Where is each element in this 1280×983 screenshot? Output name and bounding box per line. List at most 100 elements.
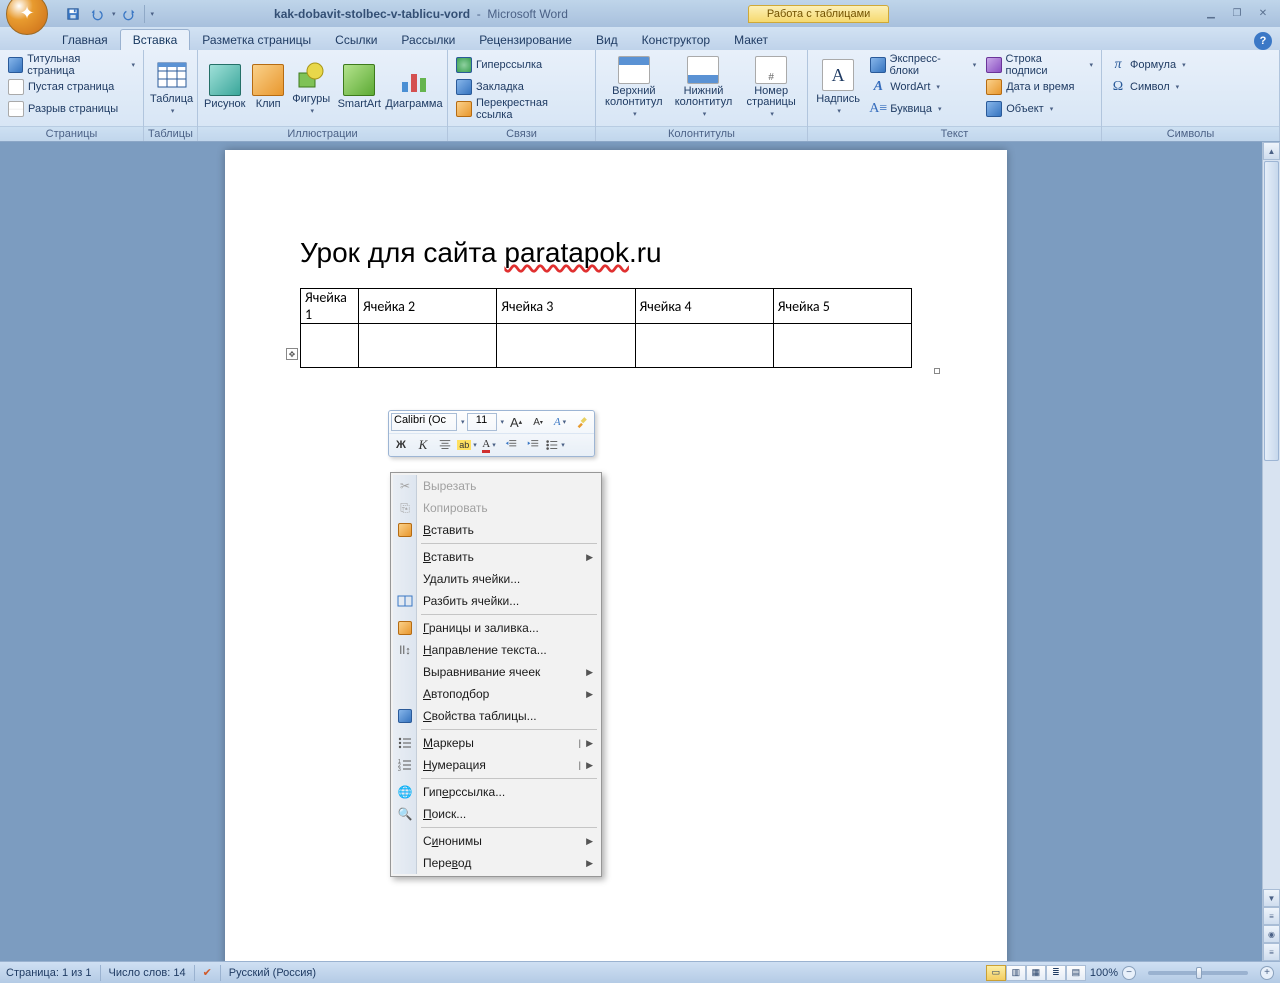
center-align-button[interactable]	[435, 436, 455, 454]
ctx-text-direction[interactable]: ⅼⅼ↕Направление текста...	[393, 639, 599, 661]
qat-customize-icon[interactable]: ▾	[151, 10, 155, 18]
table-row[interactable]: Ячейка 1 Ячейка 2 Ячейка 3 Ячейка 4 Ячей…	[301, 289, 912, 324]
table-row[interactable]	[301, 324, 912, 368]
mini-size-combo[interactable]: 11	[467, 413, 497, 431]
draft-view-button[interactable]: ▤	[1066, 965, 1086, 981]
undo-button[interactable]	[86, 4, 108, 24]
styles-button[interactable]: A▾	[550, 413, 570, 431]
table-cell[interactable]	[635, 324, 773, 368]
quick-parts-button[interactable]: Экспресс-блоки▾	[866, 54, 980, 75]
ctx-cut[interactable]: ✂Вырезать	[393, 475, 599, 497]
title-page-button[interactable]: Титульная страница▾	[4, 54, 139, 75]
table-cell[interactable]: Ячейка 3	[497, 289, 635, 324]
ctx-copy[interactable]: ⎘Копировать	[393, 497, 599, 519]
bold-button[interactable]: Ж	[391, 436, 411, 454]
web-layout-view-button[interactable]: ▦	[1026, 965, 1046, 981]
outline-view-button[interactable]: ≣	[1046, 965, 1066, 981]
table-cell[interactable]	[301, 324, 359, 368]
ctx-paste[interactable]: Вставить	[393, 519, 599, 541]
tab-mailings[interactable]: Рассылки	[389, 30, 467, 50]
status-language[interactable]: Русский (Россия)	[229, 967, 316, 979]
ctx-synonyms[interactable]: Синонимы▶	[393, 830, 599, 852]
ctx-split-cells[interactable]: Разбить ячейки...	[393, 590, 599, 612]
scrollbar-track[interactable]	[1263, 462, 1280, 889]
date-time-button[interactable]: Дата и время	[982, 76, 1097, 97]
ctx-numbering[interactable]: 123Нумерация|▶	[393, 754, 599, 776]
highlight-button[interactable]: ab▾	[457, 436, 477, 454]
prev-page-button[interactable]: ≡	[1263, 907, 1280, 925]
chevron-down-icon[interactable]: ▾	[501, 418, 505, 426]
tab-table-layout[interactable]: Макет	[722, 30, 780, 50]
font-color-button[interactable]: A▾	[479, 436, 499, 454]
table-cell[interactable]: Ячейка 1	[301, 289, 359, 324]
textbox-button[interactable]: AНадпись▾	[812, 54, 864, 120]
table-button[interactable]: Таблица▾	[148, 54, 195, 120]
zoom-slider[interactable]	[1148, 971, 1248, 975]
minimize-button[interactable]: ▁	[1200, 6, 1222, 22]
object-button[interactable]: Объект▾	[982, 98, 1097, 119]
footer-button[interactable]: Нижний колонтитул▾	[670, 54, 738, 120]
tab-page-layout[interactable]: Разметка страницы	[190, 30, 323, 50]
zoom-in-button[interactable]: +	[1260, 966, 1274, 980]
bookmark-button[interactable]: Закладка	[452, 76, 591, 97]
mini-font-combo[interactable]: Calibri (Ос	[391, 413, 457, 431]
page-number-button[interactable]: #Номер страницы▾	[739, 54, 803, 120]
decrease-indent-button[interactable]	[501, 436, 521, 454]
restore-button[interactable]: ❐	[1226, 6, 1248, 22]
smartart-button[interactable]: SmartArt	[336, 54, 383, 120]
shapes-button[interactable]: Фигуры▾	[289, 54, 334, 120]
hyperlink-button[interactable]: Гиперссылка	[452, 54, 591, 75]
status-page[interactable]: Страница: 1 из 1	[6, 967, 92, 979]
ctx-borders[interactable]: Границы и заливка...	[393, 617, 599, 639]
symbol-button[interactable]: ΩСимвол▾	[1106, 76, 1190, 97]
table-cell[interactable]: Ячейка 2	[359, 289, 497, 324]
undo-dropdown-icon[interactable]: ▾	[112, 10, 116, 18]
save-button[interactable]	[62, 4, 84, 24]
ctx-insert[interactable]: Вставить▶	[393, 546, 599, 568]
scrollbar-thumb[interactable]	[1264, 161, 1279, 461]
tab-table-design[interactable]: Конструктор	[630, 30, 722, 50]
tab-insert[interactable]: Вставка	[120, 29, 191, 50]
table-cell[interactable]	[497, 324, 635, 368]
wordart-button[interactable]: AWordArt▾	[866, 76, 980, 97]
scroll-up-button[interactable]: ▲	[1263, 142, 1280, 160]
table-resize-handle[interactable]	[934, 368, 940, 374]
ctx-autofit[interactable]: Автоподбор▶	[393, 683, 599, 705]
scroll-down-button[interactable]: ▼	[1263, 889, 1280, 907]
help-button[interactable]: ?	[1254, 32, 1272, 50]
print-layout-view-button[interactable]: ▭	[986, 965, 1006, 981]
cross-reference-button[interactable]: Перекрестная ссылка	[452, 98, 591, 119]
table-cell[interactable]: Ячейка 4	[635, 289, 773, 324]
chevron-down-icon[interactable]: ▾	[461, 418, 465, 426]
picture-button[interactable]: Рисунок	[202, 54, 248, 120]
table-cell[interactable]: Ячейка 5	[773, 289, 911, 324]
grow-font-button[interactable]: A▴	[506, 413, 526, 431]
bullets-mini-button[interactable]: ▾	[545, 436, 565, 454]
next-page-button[interactable]: ≡	[1263, 943, 1280, 961]
table-cell[interactable]	[773, 324, 911, 368]
page-break-button[interactable]: Разрыв страницы	[4, 98, 139, 119]
vertical-scrollbar[interactable]: ▲ ▼ ≡ ◉ ≡	[1262, 142, 1280, 961]
ctx-search[interactable]: 🔍Поиск...	[393, 803, 599, 825]
dropcap-button[interactable]: A≡Буквица▾	[866, 98, 980, 119]
tab-home[interactable]: Главная	[50, 30, 120, 50]
proofing-icon[interactable]: ✔	[203, 966, 212, 979]
ctx-hyperlink[interactable]: 🌐Гиперссылка...	[393, 781, 599, 803]
signature-line-button[interactable]: Строка подписи▾	[982, 54, 1097, 75]
ctx-cell-alignment[interactable]: Выравнивание ячеек▶	[393, 661, 599, 683]
ctx-delete-cells[interactable]: Удалить ячейки...	[393, 568, 599, 590]
redo-button[interactable]	[118, 4, 140, 24]
document-page[interactable]: Урок для сайта paratapok.ru ✥ Ячейка 1 Я…	[225, 150, 1007, 961]
equation-button[interactable]: πФормула▾	[1106, 54, 1190, 75]
format-painter-button[interactable]	[572, 413, 592, 431]
ctx-translate[interactable]: Перевод▶	[393, 852, 599, 874]
header-button[interactable]: Верхний колонтитул▾	[600, 54, 668, 120]
close-button[interactable]: ✕	[1252, 6, 1274, 22]
italic-button[interactable]: К	[413, 436, 433, 454]
blank-page-button[interactable]: Пустая страница	[4, 76, 139, 97]
zoom-level[interactable]: 100%	[1090, 967, 1118, 979]
ctx-bullets[interactable]: Маркеры|▶	[393, 732, 599, 754]
ctx-table-properties[interactable]: Свойства таблицы...	[393, 705, 599, 727]
tab-review[interactable]: Рецензирование	[467, 30, 584, 50]
document-heading[interactable]: Урок для сайта paratapok.ru	[300, 235, 932, 270]
